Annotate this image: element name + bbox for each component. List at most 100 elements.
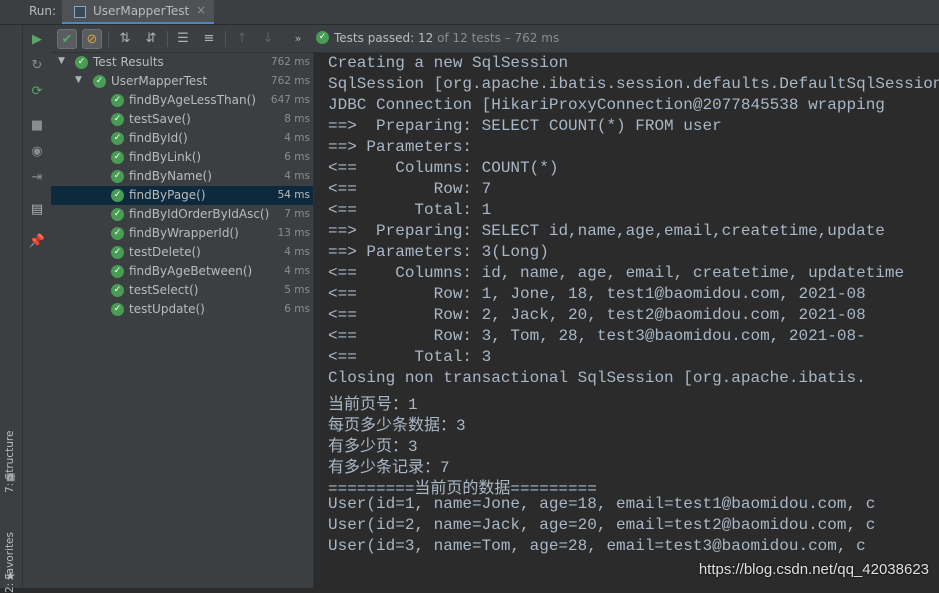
duration: 6 ms <box>284 303 310 315</box>
test-toolbar: ✔ ⊘ ⇅ ⇵ ☰ ≡ ↑ ↓ » ✓ Tests passed: 12 of … <box>51 25 939 53</box>
duration: 762 ms <box>270 56 310 68</box>
passed-icon: ✓ <box>111 208 124 221</box>
test-name: findByAgeBetween() <box>129 264 253 278</box>
test-row[interactable]: ✓ findByWrapperId() 13 ms <box>51 224 313 243</box>
chevron-down-icon[interactable]: ▼ <box>58 56 65 66</box>
tree-label: Test Results <box>93 55 164 69</box>
passed-icon: ✓ <box>111 170 124 183</box>
separator <box>108 31 109 47</box>
duration: 5 ms <box>284 284 310 296</box>
tree-root-test-results[interactable]: ▼ ✓ Test Results 762 ms <box>51 53 313 72</box>
rerun-failed-icon[interactable]: ↻ <box>28 57 46 75</box>
sort-by-duration-icon[interactable]: ⇵ <box>141 29 161 49</box>
console-line: JDBC Connection [HikariProxyConnection@2… <box>328 96 885 114</box>
test-class-icon <box>74 6 86 18</box>
test-row[interactable]: ✓ testUpdate() 6 ms <box>51 300 313 319</box>
test-row[interactable]: ✓ findById() 4 ms <box>51 129 313 148</box>
structure-tool-button[interactable]: 7: Structure <box>4 431 16 493</box>
console-line: User(id=1, name=Jone, age=18, email=test… <box>328 495 876 513</box>
test-row[interactable]: ✓ findByPage() 54 ms <box>51 186 313 205</box>
passed-icon: ✓ <box>111 227 124 240</box>
rerun-icon[interactable]: ▶ <box>28 31 46 49</box>
next-test-icon[interactable]: ↓ <box>258 29 278 49</box>
passed-icon: ✓ <box>111 189 124 202</box>
passed-icon: ✓ <box>111 151 124 164</box>
duration: 13 ms <box>277 227 310 239</box>
favorites-tool-button[interactable]: 2: Favorites <box>4 532 16 593</box>
console-output[interactable]: Creating a new SqlSession SqlSession [org… <box>314 53 939 588</box>
console-line: <== Total: 3 <box>328 348 492 366</box>
test-name: findById() <box>129 131 188 145</box>
test-row[interactable]: ✓ testDelete() 4 ms <box>51 243 313 262</box>
test-name: findByName() <box>129 169 212 183</box>
passed-icon: ✓ <box>111 113 124 126</box>
run-tab-usermappertest[interactable]: UserMapperTest × <box>62 0 214 24</box>
passed-icon: ✓ <box>75 56 88 69</box>
console-line: Closing non transactional SqlSession [or… <box>328 369 866 387</box>
separator <box>225 31 226 47</box>
expand-all-icon[interactable]: ☰ <box>173 29 193 49</box>
passed-icon: ✓ <box>93 75 106 88</box>
test-row[interactable]: ✓ findByName() 4 ms <box>51 167 313 186</box>
layout-icon[interactable]: ▤ <box>28 201 46 219</box>
stop-icon[interactable]: ■ <box>28 117 46 135</box>
duration: 4 ms <box>284 132 310 144</box>
show-ignored-icon[interactable]: ⊘ <box>82 29 102 49</box>
tree-label: UserMapperTest <box>111 74 208 88</box>
test-name: findByWrapperId() <box>129 226 239 240</box>
passed-icon: ✓ <box>111 284 124 297</box>
test-row[interactable]: ✓ findByAgeBetween() 4 ms <box>51 262 313 281</box>
sort-alphabetically-icon[interactable]: ⇅ <box>115 29 135 49</box>
test-row[interactable]: ✓ findByAgeLessThan() 647 ms <box>51 91 313 110</box>
chevron-down-icon[interactable]: ▼ <box>75 75 82 85</box>
test-name: testUpdate() <box>129 302 205 316</box>
test-row[interactable]: ✓ testSave() 8 ms <box>51 110 313 129</box>
console-line: ==> Parameters: <box>328 138 482 156</box>
console-line: Creating a new SqlSession <box>328 54 569 72</box>
console-line: User(id=2, name=Jack, age=20, email=test… <box>328 516 876 534</box>
console-line: ==> Parameters: 3(Long) <box>328 243 549 261</box>
console-line: <== Total: 1 <box>328 201 492 219</box>
more-icon[interactable]: » <box>288 29 308 49</box>
duration: 762 ms <box>270 75 310 87</box>
run-actions: ▶ ↻ ⟳ ■ ◉ ⇥ ▤ 📌 <box>23 25 52 588</box>
tests-status: Tests passed: 12 of 12 tests – 762 ms <box>334 31 560 45</box>
duration: 4 ms <box>284 265 310 277</box>
toggle-auto-test-icon[interactable]: ⟳ <box>28 83 46 101</box>
tree-suite-usermappertest[interactable]: ▼ ✓ UserMapperTest 762 ms <box>51 72 313 91</box>
passed-icon: ✓ <box>111 246 124 259</box>
tab-label: UserMapperTest <box>93 4 190 18</box>
camera-icon[interactable]: ◉ <box>28 143 46 161</box>
run-label: Run: <box>29 4 57 18</box>
passed-icon: ✓ <box>111 132 124 145</box>
test-name: testSave() <box>129 112 191 126</box>
previous-test-icon[interactable]: ↑ <box>232 29 252 49</box>
duration: 4 ms <box>284 246 310 258</box>
console-line: SqlSession [org.apache.ibatis.session.de… <box>328 75 939 93</box>
test-name: findByAgeLessThan() <box>129 93 256 107</box>
duration: 4 ms <box>284 170 310 182</box>
console-line: <== Row: 2, Jack, 20, test2@baomidou.com… <box>328 306 866 324</box>
close-icon[interactable]: × <box>196 3 206 17</box>
test-name: findByIdOrderByIdAsc() <box>129 207 270 221</box>
show-passed-icon[interactable]: ✔ <box>57 29 77 49</box>
test-row[interactable]: ✓ findByLink() 6 ms <box>51 148 313 167</box>
test-row[interactable]: ✓ findByIdOrderByIdAsc() 7 ms <box>51 205 313 224</box>
passed-icon: ✓ <box>111 94 124 107</box>
duration: 647 ms <box>270 94 310 106</box>
test-results-tree: ▼ ✓ Test Results 762 ms ▼ ✓ UserMapperTe… <box>51 53 314 588</box>
duration: 54 ms <box>277 189 310 201</box>
console-line: User(id=3, name=Tom, age=28, email=test3… <box>328 537 866 555</box>
duration: 8 ms <box>284 113 310 125</box>
test-name: findByPage() <box>129 188 206 202</box>
collapse-all-icon[interactable]: ≡ <box>199 29 219 49</box>
tool-window-strip: 7: Structure ▦ 2: Favorites ★ <box>0 25 23 593</box>
console-line: <== Columns: id, name, age, email, creat… <box>328 264 905 282</box>
console-line: ==> Preparing: SELECT COUNT(*) FROM user <box>328 117 722 135</box>
test-name: findByLink() <box>129 150 202 164</box>
exit-icon[interactable]: ⇥ <box>28 169 46 187</box>
test-row[interactable]: ✓ testSelect() 5 ms <box>51 281 313 300</box>
pin-icon[interactable]: 📌 <box>28 233 46 251</box>
console-line: <== Row: 7 <box>328 180 492 198</box>
structure-icon: ▦ <box>6 472 16 483</box>
